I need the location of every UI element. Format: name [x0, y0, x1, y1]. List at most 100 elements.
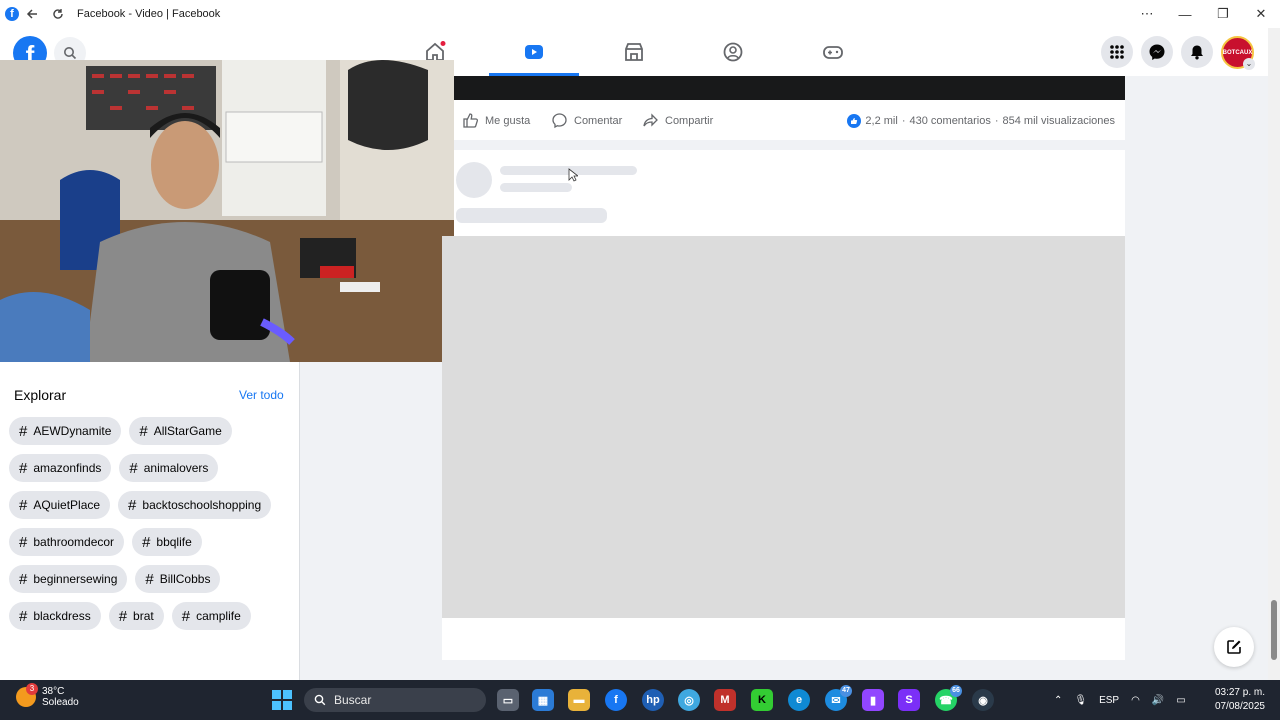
twitch-icon[interactable]: ▮: [862, 689, 884, 711]
microsoft-store-icon[interactable]: ▦: [532, 689, 554, 711]
weather-widget[interactable]: 3 38°C Soleado: [16, 683, 79, 708]
taskbar-search[interactable]: Buscar: [304, 688, 486, 712]
content-footer: [442, 618, 1125, 660]
comment-icon: [552, 113, 567, 129]
hashtag-chip[interactable]: # beginnersewing: [9, 565, 128, 593]
page-scrollbar[interactable]: [1268, 28, 1280, 680]
more-options-icon[interactable]: ⋯: [1128, 0, 1166, 28]
obs-icon[interactable]: ◉: [972, 689, 994, 711]
hashtag-chip[interactable]: # bathroomdecor: [9, 528, 125, 556]
video-player[interactable]: [454, 76, 1125, 100]
like-reaction-icon: [847, 114, 862, 128]
weather-temperature: 38°C: [42, 686, 65, 697]
back-arrow-icon[interactable]: [19, 1, 45, 27]
mcafee-icon[interactable]: M: [714, 689, 736, 711]
compose-icon: [1227, 640, 1241, 654]
tab-gaming[interactable]: [788, 28, 878, 76]
window-title: Facebook - Video | Facebook: [77, 8, 221, 20]
hashtag-icon: #: [19, 459, 28, 477]
maximize-button[interactable]: ❐: [1204, 0, 1242, 28]
like-button[interactable]: Me gusta: [462, 112, 530, 129]
scrollbar-thumb[interactable]: [1271, 600, 1277, 660]
system-tray: ⌃ 🎙 ESP ◠ 🔊 ▭: [1054, 680, 1186, 720]
hashtag-chip[interactable]: # amazonfinds: [9, 454, 112, 482]
explore-heading: Explorar: [14, 387, 67, 403]
kick-icon[interactable]: K: [751, 689, 773, 711]
menu-grid-icon[interactable]: [1101, 36, 1133, 68]
messenger-icon[interactable]: [1141, 36, 1173, 68]
skeleton-avatar: [456, 162, 492, 198]
share-icon: [643, 113, 658, 127]
hashtag-label: beginnersewing: [33, 572, 118, 586]
comment-button[interactable]: Comentar: [551, 112, 622, 129]
hashtag-icon: #: [181, 607, 191, 625]
hashtag-chip[interactable]: # AllStarGame: [129, 417, 232, 445]
tab-video[interactable]: [489, 28, 579, 76]
hashtag-chip[interactable]: # AEWDynamite: [9, 417, 122, 445]
tab-groups[interactable]: [688, 28, 778, 76]
see-all-link[interactable]: Ver todo: [239, 388, 284, 402]
reactions-count[interactable]: 2,2 mil: [865, 115, 897, 127]
hashtag-chip[interactable]: # brat: [108, 602, 164, 630]
hashtag-chip[interactable]: # animalovers: [119, 454, 219, 482]
microphone-icon[interactable]: 🎙: [1074, 695, 1087, 706]
share-button[interactable]: Compartir: [642, 112, 713, 129]
hashtag-icon: #: [139, 422, 148, 440]
hashtag-label: backtoschoolshopping: [142, 498, 262, 512]
hashtag-chip[interactable]: # bbqlife: [132, 528, 202, 556]
hashtag-chip[interactable]: # backtoschoolshopping: [118, 491, 272, 519]
comments-count[interactable]: 430 comentarios: [910, 115, 991, 127]
marketplace-icon: [625, 43, 643, 61]
hashtag-icon: #: [128, 496, 137, 514]
hashtag-icon: #: [142, 533, 151, 551]
file-explorer-icon[interactable]: ▬: [568, 689, 590, 711]
views-count: 854 mil visualizaciones: [1002, 115, 1116, 127]
messenger-app-icon[interactable]: ✉ 47: [825, 685, 852, 711]
webcam-overlay: [0, 60, 454, 362]
chevron-up-icon[interactable]: ⌃: [1054, 695, 1062, 706]
loading-post-placeholder: [454, 150, 1125, 236]
minimize-button[interactable]: —: [1166, 0, 1204, 28]
notifications-bell-icon[interactable]: [1181, 36, 1213, 68]
new-message-compose-button[interactable]: [1214, 627, 1254, 667]
hashtag-list: # AEWDynamite # AllStarGame # amazonfinds #…: [9, 417, 295, 639]
wifi-icon[interactable]: ◠: [1131, 695, 1140, 706]
hashtag-label: BillCobbs: [159, 572, 211, 586]
streamlabs-icon[interactable]: S: [898, 689, 920, 711]
battery-icon[interactable]: ▭: [1176, 695, 1185, 706]
taskbar-clock[interactable]: 03:27 p. m. 07/08/2025: [1215, 686, 1265, 714]
sun-icon: 3: [16, 683, 38, 707]
video-icon: [525, 45, 543, 59]
hp-icon[interactable]: hp: [642, 689, 664, 711]
skeleton-line: [456, 208, 607, 223]
edge-icon[interactable]: e: [788, 689, 810, 711]
chevron-down-icon[interactable]: ⌄: [1243, 58, 1255, 70]
hashtag-label: amazonfinds: [33, 461, 102, 475]
hashtag-chip[interactable]: # camplife: [171, 602, 251, 630]
whatsapp-icon[interactable]: ☎ 66: [935, 685, 962, 711]
hashtag-chip[interactable]: # AQuietPlace: [9, 491, 111, 519]
avatar-text: BOTCAUX: [1222, 49, 1253, 56]
hashtag-icon: #: [19, 570, 28, 588]
whatsapp-badge: 66: [950, 685, 962, 697]
reload-icon[interactable]: [45, 1, 71, 27]
facebook-app-icon[interactable]: f: [605, 689, 627, 711]
stats-separator: ·: [901, 115, 906, 127]
close-button[interactable]: ✕: [1242, 0, 1280, 28]
hashtag-chip[interactable]: # blackdress: [9, 602, 101, 630]
tab-marketplace[interactable]: [589, 28, 679, 76]
loading-content-area: [442, 236, 1125, 618]
chrome-icon[interactable]: ◎: [678, 689, 700, 711]
volume-icon[interactable]: 🔊: [1152, 695, 1164, 706]
clock-date: 07/08/2025: [1214, 701, 1265, 712]
hashtag-icon: #: [145, 570, 154, 588]
hashtag-label: camplife: [196, 609, 241, 623]
language-indicator[interactable]: ESP: [1099, 695, 1119, 706]
hashtag-icon: #: [19, 607, 28, 625]
task-view-icon[interactable]: ▭: [497, 689, 519, 711]
skeleton-line: [500, 183, 572, 192]
hashtag-chip[interactable]: # BillCobbs: [135, 565, 221, 593]
taskbar-search-placeholder: Buscar: [334, 693, 372, 707]
start-button[interactable]: [272, 690, 292, 710]
hashtag-label: AEWDynamite: [33, 424, 112, 438]
